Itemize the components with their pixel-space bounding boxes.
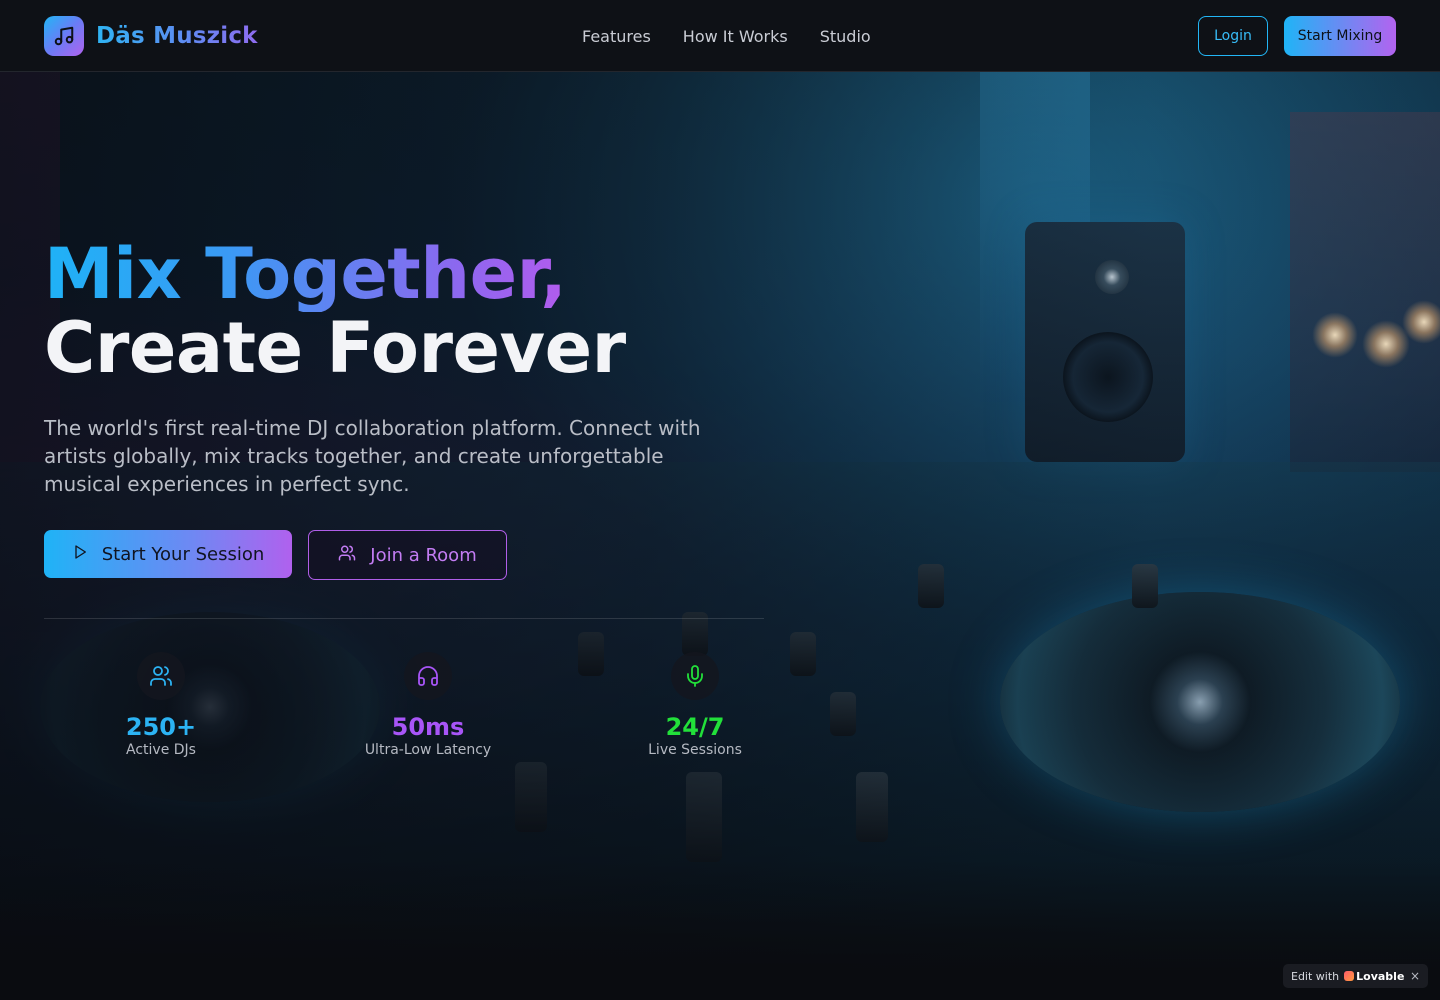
headline-gradient-line: Mix Together, [44, 233, 567, 315]
headphones-icon [404, 652, 452, 700]
top-navigation: Däs Muszick Features How It Works Studio… [0, 0, 1440, 72]
start-your-session-button[interactable]: Start Your Session [44, 530, 292, 578]
users-icon [137, 652, 185, 700]
hero-bottom-fade [0, 860, 1440, 1000]
stat-label: Active DJs [126, 742, 196, 758]
nav-link-studio[interactable]: Studio [820, 27, 871, 46]
login-button[interactable]: Login [1198, 16, 1268, 56]
play-icon [72, 544, 88, 565]
close-icon[interactable]: × [1410, 969, 1420, 983]
edit-with-lovable-badge[interactable]: Edit with Lovable × [1283, 964, 1428, 988]
cta-row: Start Your Session Join a Room [44, 530, 764, 580]
hero-section: Mix Together, Create Forever The world's… [44, 236, 764, 580]
hero-description: The world's first real-time DJ collabora… [44, 416, 701, 496]
heart-icon [1344, 971, 1355, 981]
join-a-room-label: Join a Room [370, 544, 477, 566]
stat-live-sessions: 24/7 Live Sessions [575, 652, 815, 758]
hero-headline: Mix Together, Create Forever [44, 236, 764, 384]
stat-active-djs: 250+ Active DJs [41, 652, 281, 758]
nav-link-features[interactable]: Features [582, 27, 651, 46]
start-mixing-button[interactable]: Start Mixing [1284, 16, 1396, 56]
brand-name: Däs Muszick [96, 22, 258, 49]
nav-links: Features How It Works Studio [582, 0, 871, 72]
stats-divider [44, 618, 764, 619]
stat-latency: 50ms Ultra-Low Latency [308, 652, 548, 758]
nav-actions: Login Start Mixing [1198, 16, 1396, 56]
join-a-room-button[interactable]: Join a Room [308, 530, 507, 580]
stat-label: Ultra-Low Latency [364, 742, 492, 758]
stat-value: 24/7 [665, 713, 725, 741]
badge-prefix: Edit with [1291, 969, 1340, 983]
microphone-icon [671, 652, 719, 700]
users-icon [338, 544, 356, 567]
stat-value: 50ms [391, 713, 465, 741]
badge-brand-name: Lovable [1356, 969, 1405, 983]
music-note-icon [44, 15, 84, 56]
headline-white-line: Create Forever [44, 307, 626, 389]
stat-value: 250+ [125, 713, 197, 741]
stat-label: Live Sessions [648, 742, 742, 758]
lovable-logo: Lovable [1344, 970, 1404, 983]
brand[interactable]: Däs Muszick [44, 15, 258, 56]
start-your-session-label: Start Your Session [101, 543, 265, 565]
nav-link-how-it-works[interactable]: How It Works [683, 27, 788, 46]
